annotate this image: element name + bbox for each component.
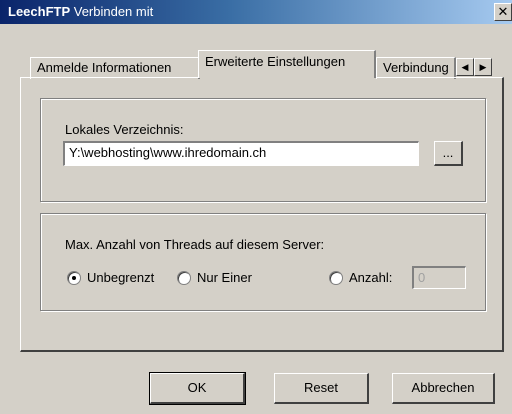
reset-label: Reset — [304, 380, 338, 395]
tab-page-erweiterte-einstellungen: Lokales Verzeichnis: Y:\webhosting\www.i… — [20, 77, 504, 352]
radio-label: Unbegrenzt — [87, 270, 155, 286]
radio-anzahl[interactable]: Anzahl: — [329, 269, 392, 287]
browse-button[interactable]: ... — [434, 141, 463, 166]
threads-group: Max. Anzahl von Threads auf diesem Serve… — [40, 213, 486, 311]
reset-button[interactable]: Reset — [274, 373, 369, 404]
radio-button-icon — [177, 270, 191, 285]
window-title-text: Verbinden mit — [70, 4, 154, 19]
cancel-label: Abbrechen — [411, 380, 475, 395]
tab-anmelde-informationen[interactable]: Anmelde Informationen — [30, 57, 200, 79]
close-icon: ✕ — [497, 4, 509, 19]
close-button[interactable]: ✕ — [494, 3, 512, 21]
radio-label: Nur Einer — [197, 270, 252, 286]
app-name: LeechFTP — [8, 4, 71, 19]
ok-label: OK — [187, 380, 207, 395]
tab-scroll-right-button[interactable]: ▶ — [474, 58, 492, 76]
radio-label: Anzahl: — [349, 270, 393, 286]
tab-label: Verbindung — [383, 60, 449, 75]
radio-button-icon — [67, 270, 81, 285]
tab-label: Anmelde Informationen — [37, 60, 172, 75]
radio-nur-einer[interactable]: Nur Einer — [177, 269, 252, 287]
threads-label: Max. Anzahl von Threads auf diesem Serve… — [65, 237, 325, 252]
local-directory-label: Lokales Verzeichnis: — [65, 122, 184, 137]
local-directory-input[interactable]: Y:\webhosting\www.ihredomain.ch — [63, 141, 419, 166]
window-title: LeechFTP Verbinden mit — [8, 4, 153, 19]
tab-scroll-left-button[interactable]: ◀ — [456, 58, 474, 76]
browse-label: ... — [442, 145, 454, 160]
title-bar: LeechFTP Verbinden mit ✕ — [0, 0, 512, 24]
arrow-right-icon: ▶ — [479, 62, 487, 72]
thread-count-input[interactable]: 0 — [412, 266, 466, 289]
cancel-button[interactable]: Abbrechen — [392, 373, 495, 404]
radio-button-icon — [329, 270, 343, 285]
tab-verbindung[interactable]: Verbindung — [376, 57, 456, 79]
local-directory-group: Lokales Verzeichnis: Y:\webhosting\www.i… — [40, 98, 486, 202]
tab-label: Erweiterte Einstellungen — [205, 54, 346, 69]
ok-button[interactable]: OK — [149, 372, 246, 405]
radio-unbegrenzt[interactable]: Unbegrenzt — [67, 269, 154, 287]
tab-erweiterte-einstellungen[interactable]: Erweiterte Einstellungen — [198, 50, 376, 78]
arrow-left-icon: ◀ — [461, 62, 469, 72]
